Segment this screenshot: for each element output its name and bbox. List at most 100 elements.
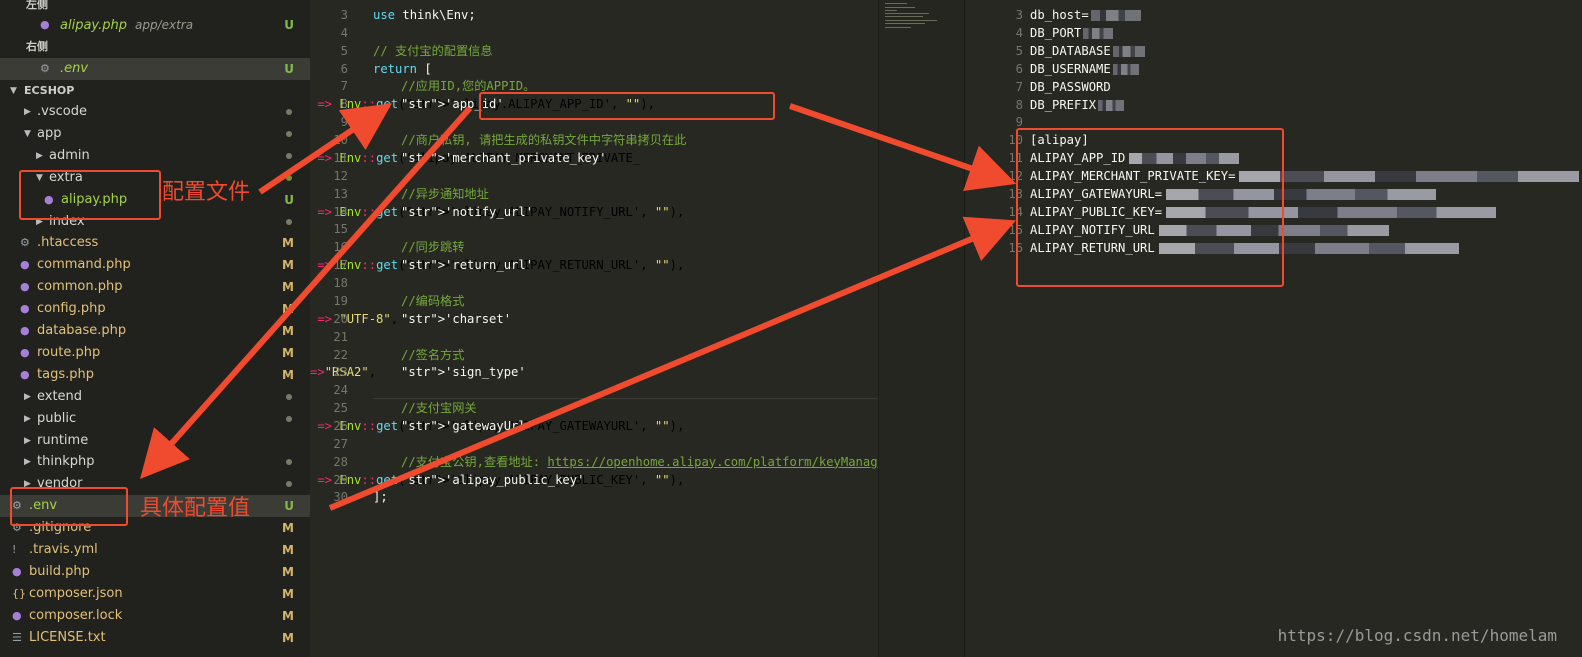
line-number: 4 bbox=[1015, 25, 1023, 40]
code-text: "str">'merchant_private_key' bbox=[401, 150, 607, 165]
tree-item-label: route.php bbox=[37, 344, 101, 360]
code-text: "str">'charset' bbox=[401, 311, 512, 326]
line-number: 26 bbox=[333, 419, 348, 433]
git-status-badge: M bbox=[282, 608, 294, 623]
line-number: 13 bbox=[333, 186, 348, 201]
code-text: return [ bbox=[373, 61, 432, 76]
tree-item-travis-yml[interactable]: ! .travis.yml M bbox=[0, 539, 310, 561]
line-number: 11 bbox=[333, 150, 348, 165]
chevron-right-icon: ▶ bbox=[24, 413, 31, 424]
watermark: https://blog.csdn.net/homelam bbox=[1277, 626, 1557, 645]
json-icon: {} bbox=[12, 586, 26, 600]
yaml-icon: ! bbox=[12, 543, 17, 556]
line-number: 16 bbox=[333, 240, 348, 255]
redacted-value bbox=[1112, 63, 1139, 75]
tree-item-vscode[interactable]: ▶ .vscode bbox=[0, 101, 310, 123]
git-status-badge: U bbox=[284, 499, 294, 514]
highlight-box-app-id-line bbox=[479, 92, 775, 120]
env-key: db_host= bbox=[1030, 6, 1141, 24]
php-icon: ● bbox=[20, 258, 30, 272]
code-line[interactable]: 26 "str">'gatewayUrl' => Env::get("str">'… bbox=[310, 417, 684, 435]
tree-item-admin[interactable]: ▶ admin bbox=[0, 145, 310, 167]
tree-item-app[interactable]: ▼ app bbox=[0, 123, 310, 145]
env-key: DB_USERNAME bbox=[1030, 60, 1139, 78]
tree-item-build-php[interactable]: ● build.php M bbox=[0, 561, 310, 583]
tree-item-label: extend bbox=[37, 388, 83, 404]
line-number: 14 bbox=[333, 204, 348, 219]
tree-item-htaccess[interactable]: ⚙ .htaccess M bbox=[0, 232, 310, 254]
tree-item-extend[interactable]: ▶ extend bbox=[0, 386, 310, 408]
tree-item-tags-php[interactable]: ● tags.php M bbox=[0, 364, 310, 386]
git-status-badge: U bbox=[284, 192, 294, 207]
chevron-right-icon: ▶ bbox=[24, 457, 31, 468]
git-status-badge: M bbox=[282, 564, 294, 579]
git-status-badge: M bbox=[282, 302, 294, 317]
annotation-config-values: 具体配置值 bbox=[140, 496, 251, 521]
code-line[interactable]: 20 "str">'charset' => "UTF-8", bbox=[310, 310, 511, 328]
redacted-value bbox=[1098, 99, 1125, 111]
chevron-down-icon: ▼ bbox=[10, 86, 17, 96]
php-icon: ● bbox=[20, 324, 30, 337]
code-line[interactable]: 17 "str">'return_url' => Env::get("str">'… bbox=[310, 256, 684, 274]
tree-item-command-php[interactable]: ● command.php M bbox=[0, 254, 310, 276]
line-number: 6 bbox=[340, 61, 348, 76]
tree-item-composer-json[interactable]: {} composer.json M bbox=[0, 583, 310, 605]
modified-dot bbox=[286, 218, 292, 225]
env-key: DB_PORT bbox=[1030, 24, 1114, 42]
chevron-right-icon: ▶ bbox=[24, 107, 31, 117]
code-line[interactable]: 23 "str">'sign_type' =>"RSA2", bbox=[310, 363, 526, 381]
tree-item-database-php[interactable]: ● database.php M bbox=[0, 320, 310, 342]
env-key: DB_PASSWORD bbox=[1030, 79, 1111, 94]
line-number: 6 bbox=[1015, 61, 1023, 76]
tree-item-label: database.php bbox=[37, 323, 127, 338]
tree-item-common-php[interactable]: ● common.php M bbox=[0, 276, 310, 298]
open-editor-path: app/extra bbox=[134, 18, 194, 32]
tree-item-thinkphp[interactable]: ▶ thinkphp bbox=[0, 451, 310, 473]
php-icon: ● bbox=[40, 18, 50, 31]
php-icon: ● bbox=[20, 345, 30, 359]
code-text: //支付宝网关 bbox=[401, 401, 477, 416]
open-editors-group-right: 右侧 bbox=[26, 40, 48, 53]
tree-item-label: thinkphp bbox=[37, 454, 95, 470]
tree-item-label: command.php bbox=[37, 257, 131, 273]
tree-item-runtime[interactable]: ▶ runtime bbox=[0, 430, 310, 452]
open-editor-env[interactable]: ⚙ .env U bbox=[0, 58, 310, 80]
tree-item-label: admin bbox=[49, 147, 90, 163]
line-number: 22 bbox=[333, 347, 348, 362]
minimap[interactable] bbox=[878, 0, 965, 657]
code-line[interactable]: 11 "str">'merchant_private_key' => Env::g… bbox=[310, 149, 640, 167]
line-number: 5 bbox=[340, 43, 348, 58]
redacted-value bbox=[1112, 45, 1145, 57]
tree-item-label: .htaccess bbox=[37, 235, 99, 251]
line-number: 30 bbox=[333, 490, 348, 505]
line-number: 8 bbox=[1015, 97, 1023, 112]
tree-item-public[interactable]: ▶ public bbox=[0, 408, 310, 430]
line-number: 24 bbox=[333, 383, 348, 398]
tree-item-label: tags.php bbox=[37, 366, 94, 382]
code-text: "str">'notify_url' bbox=[401, 204, 534, 219]
tree-item-composer-lock[interactable]: ● composer.lock M bbox=[0, 605, 310, 627]
redacted-value bbox=[1239, 171, 1580, 183]
php-icon: ● bbox=[20, 280, 30, 294]
line-number: 10 bbox=[333, 133, 348, 148]
highlight-box-env-file bbox=[10, 487, 128, 526]
highlight-box-alipay-section bbox=[1016, 128, 1284, 287]
code-line[interactable]: 14 "str">'notify_url' => Env::get("str">'… bbox=[310, 203, 684, 221]
tree-item-config-php[interactable]: ● config.php M bbox=[0, 298, 310, 320]
tree-item-route-php[interactable]: ● route.php M bbox=[0, 342, 310, 364]
git-status-badge: M bbox=[282, 586, 294, 601]
line-number: 7 bbox=[340, 79, 348, 94]
project-header[interactable]: ▼ ECSHOP bbox=[0, 80, 310, 102]
code-text: "str">'sign_type' bbox=[401, 365, 526, 380]
editor-env[interactable]: 3 db_host= 4 DB_PORT 5 DB_DATABASE 6 DB_USERNAM… bbox=[964, 0, 1582, 657]
code-line[interactable]: 29 "str">'alipay_public_key' => Env::get(… bbox=[310, 471, 684, 489]
chevron-down-icon: ▼ bbox=[24, 128, 31, 139]
chevron-right-icon: ▶ bbox=[24, 391, 31, 402]
open-editor-alipay-php[interactable]: ● alipay.php app/extra U bbox=[0, 14, 310, 36]
tree-item-license-txt[interactable]: ☰ LICENSE.txt M bbox=[0, 627, 310, 649]
line-number: 19 bbox=[333, 293, 348, 308]
tree-item-label: composer.json bbox=[29, 585, 123, 601]
tree-item-label: common.php bbox=[37, 279, 123, 295]
tree-item-label: .travis.yml bbox=[29, 542, 98, 557]
annotation-config-file: 配置文件 bbox=[162, 180, 251, 205]
